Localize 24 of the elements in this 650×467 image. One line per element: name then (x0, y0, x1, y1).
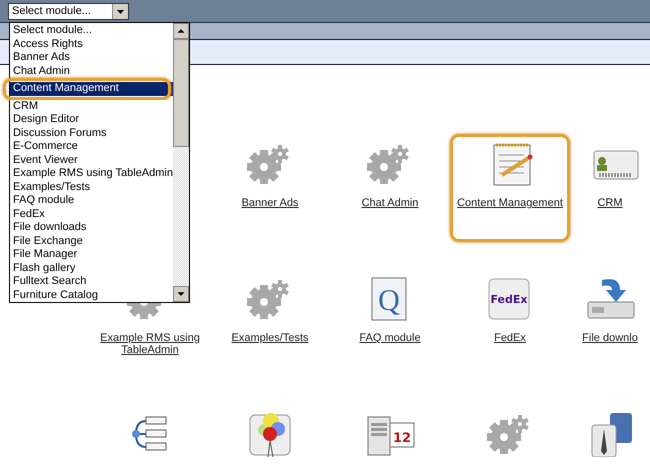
module-link[interactable]: Example RMS using TableAdmin (95, 332, 205, 356)
module-tile[interactable]: Content Management (450, 134, 570, 242)
module-tile[interactable]: File downlo (570, 269, 650, 377)
module-tile[interactable]: Q FAQ module (330, 269, 450, 377)
module-select[interactable]: Select module... (8, 2, 129, 20)
module-link[interactable]: Banner Ads (242, 197, 298, 209)
module-tile[interactable]: FedEx FedEx (450, 269, 570, 377)
scroll-up-icon[interactable] (173, 23, 189, 39)
module-tile[interactable]: Chat Admin (330, 134, 450, 242)
module-link[interactable]: Chat Admin (362, 197, 418, 209)
scrollbar-thumb[interactable] (173, 39, 189, 147)
scrollbar[interactable] (173, 23, 189, 302)
dropdown-option[interactable]: Content Management (10, 82, 173, 96)
module-link[interactable]: FAQ module (359, 332, 421, 344)
module-link[interactable]: Content Management (457, 197, 563, 209)
scroll-down-icon[interactable] (173, 286, 189, 302)
module-tile[interactable]: CRM (570, 134, 650, 242)
module-link[interactable]: CRM (597, 197, 623, 209)
module-link[interactable]: File downlo (582, 332, 638, 344)
module-link[interactable]: Examples/Tests (231, 332, 309, 344)
module-link[interactable]: FedEx (494, 332, 526, 344)
module-tile[interactable]: Banner Ads (210, 134, 330, 242)
module-tile[interactable]: 12 (330, 404, 450, 467)
module-tile[interactable]: Examples/Tests (210, 269, 330, 377)
